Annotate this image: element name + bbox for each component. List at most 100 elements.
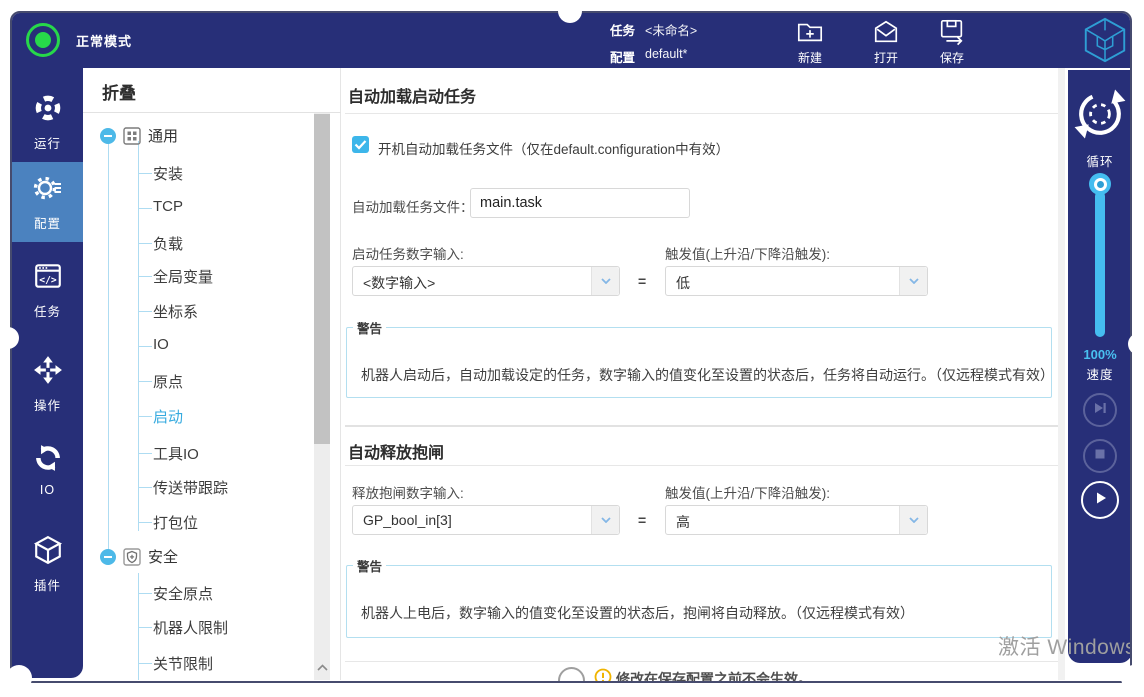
divider [345,661,1058,662]
tree-group-label: 通用 [148,125,178,146]
sidebar-item-plugin[interactable]: 插件 [12,528,83,600]
task-config-summary: 任务 <未命名> 配置 default* [610,20,697,74]
screen-notch [1128,333,1144,355]
trigger-value-select[interactable]: 高 [665,505,928,535]
move-arrows-icon [33,355,63,390]
tree-item-pack-position[interactable]: 打包位 [153,512,198,533]
new-button[interactable]: 新建 [782,18,838,66]
loop-button[interactable]: 循环 [1068,82,1132,170]
sidebar-item-task[interactable]: </> 任务 [12,254,83,326]
sidebar-item-io[interactable]: IO [12,434,83,506]
start-digital-input-select[interactable]: <数字输入> [352,266,620,296]
autoload-checkbox[interactable] [352,136,369,153]
select-value: 低 [676,273,690,293]
divider [345,113,1058,114]
tree-group-general[interactable]: 通用 [100,125,178,146]
app-window: 正常模式 任务 <未命名> 配置 default* 新建 [10,11,1132,683]
chevron-down-icon[interactable] [899,506,927,534]
tree-item-label: 工具IO [153,446,199,463]
sidebar-item-label: 操作 [34,395,61,414]
cube-icon [33,535,63,570]
trigger-value-label: 触发值(上升沿/下降沿触发): [665,243,830,263]
warning-title: 警告 [353,556,386,575]
stop-icon [1092,446,1108,467]
sidebar-item-config[interactable]: 配置 [12,162,83,242]
new-folder-plus-icon [782,18,838,46]
sidebar-item-label: 插件 [34,575,61,594]
loop-label: 循环 [1068,151,1132,170]
sidebar-item-run[interactable]: 运行 [12,86,83,158]
tree-item-conveyor-tracking[interactable]: 传送带跟踪 [153,477,228,498]
startup-settings-panel: 自动加载启动任务 开机自动加载任务文件（仅在default.configurat… [342,68,1058,683]
equals-sign: = [638,273,646,289]
chevron-down-icon[interactable] [591,267,619,295]
trigger-value-select[interactable]: 低 [665,266,928,296]
config-value: default* [645,47,687,66]
save-floppy-icon [924,18,980,46]
warning-box: 警告 机器人上电后，数字输入的值变化至设置的状态后，抱闸将自动释放。（仅远程模式… [346,556,1052,638]
tree-item-tcp[interactable]: TCP [153,198,183,215]
scroll-up-icon[interactable] [314,656,330,678]
warning-text: 机器人启动后，自动加载设定的任务，数字输入的值变化至设置的状态后，任务将自动运行… [361,365,1051,385]
tree-item-label: IO [153,336,169,353]
config-label: 配置 [610,47,635,66]
tree-item-load[interactable]: 负载 [153,233,183,254]
brake-digital-input-select[interactable]: GP_bool_in[3] [352,505,620,535]
tree-connector-line [138,141,139,531]
tree-item-label: 坐标系 [153,304,198,321]
autoload-checkbox-label: 开机自动加载任务文件（仅在default.configuration中有效） [378,138,729,158]
collapse-node-icon[interactable] [100,549,116,565]
trigger-value-label: 触发值(上升沿/下降沿触发): [665,482,830,502]
open-button[interactable]: 打开 [858,18,914,66]
save-button[interactable]: 保存 [924,18,980,66]
tree-item-tool-io[interactable]: 工具IO [153,443,199,464]
speed-slider-handle[interactable] [1089,173,1111,195]
cube-wireframe-logo [1080,15,1130,65]
speed-slider-track[interactable] [1095,191,1105,337]
tree-item-install[interactable]: 安装 [153,163,183,184]
unsaved-changes-note: 修改在保存配置之前不会生效。 [616,669,812,683]
screen-notch [6,665,32,691]
sidebar-item-label: IO [40,483,55,497]
chevron-down-icon[interactable] [591,506,619,534]
screen-notch [1121,665,1144,691]
tree-scrollbar-thumb[interactable] [314,114,330,444]
main-scrollbar[interactable] [1058,68,1065,680]
sidebar-item-operate[interactable]: 操作 [12,348,83,420]
play-button[interactable] [1081,481,1119,519]
task-file-input[interactable]: main.task [470,188,690,218]
save-button-label: 保存 [924,49,980,66]
step-button[interactable] [1083,393,1117,427]
tree-item-coordinate-system[interactable]: 坐标系 [153,301,198,322]
warning-circle-icon [594,668,612,683]
mode-label: 正常模式 [76,31,132,50]
tree-item-label: 传送带跟踪 [153,480,228,497]
stop-button[interactable] [1083,439,1117,473]
tree-item-global-variables[interactable]: 全局变量 [153,266,213,287]
tree-scrollbar[interactable] [314,113,330,680]
right-sidebar: 循环 100% 速度 [1068,70,1132,663]
section-title-autoload: 自动加载启动任务 [348,83,476,107]
tree-item-origin[interactable]: 原点 [153,371,183,392]
play-icon [1091,489,1109,512]
tree-item-safety-origin[interactable]: 安全原点 [153,583,213,604]
tree-item-robot-limits[interactable]: 机器人限制 [153,617,228,638]
collapse-node-icon[interactable] [100,128,116,144]
tree-item-joint-limits[interactable]: 关节限制 [153,653,213,674]
chevron-down-icon[interactable] [899,267,927,295]
collapse-all-button[interactable]: 折叠 [102,79,136,104]
grid-icon [123,127,141,145]
warning-text: 机器人上电后，数字输入的值变化至设置的状态后，抱闸将自动释放。（仅远程模式有效） [361,603,914,623]
tree-item-label: 安装 [153,166,183,183]
tree-item-startup[interactable]: 启动 [153,406,183,427]
tree-item-io[interactable]: IO [153,336,169,353]
tree-item-label: TCP [153,198,183,215]
section-title-brake-release: 自动释放抱闸 [348,439,444,463]
tree-item-label: 关节限制 [153,656,213,673]
divider [83,112,341,113]
task-file-value: main.task [480,195,542,211]
task-value: <未命名> [645,20,697,39]
tree-group-safety[interactable]: 安全 [100,546,178,567]
warning-title: 警告 [353,318,386,337]
speed-label: 速度 [1068,364,1132,383]
